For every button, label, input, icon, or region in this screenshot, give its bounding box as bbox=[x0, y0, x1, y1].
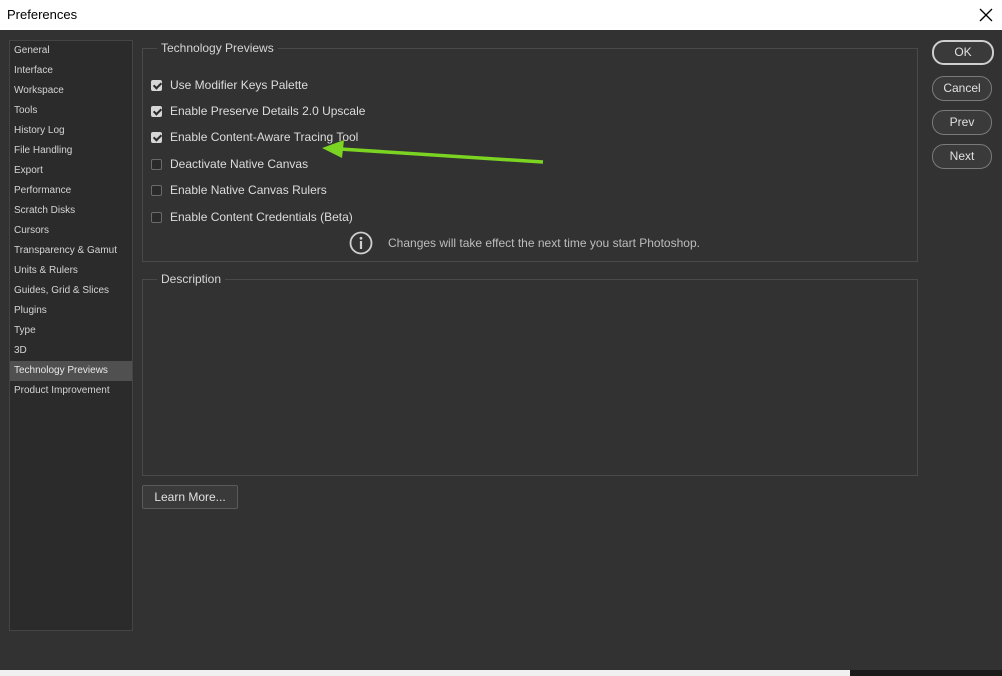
option-native-canvas-rulers[interactable]: Enable Native Canvas Rulers bbox=[151, 182, 327, 198]
sidebar-item-type[interactable]: Type bbox=[10, 321, 132, 341]
checkbox[interactable] bbox=[151, 105, 162, 117]
sidebar-item-tools[interactable]: Tools bbox=[10, 101, 132, 121]
checkbox[interactable] bbox=[151, 184, 162, 196]
taskbar-strip-dark bbox=[850, 670, 1002, 676]
title-bar: Preferences bbox=[0, 0, 1002, 30]
prev-button[interactable]: Prev bbox=[932, 110, 992, 135]
option-content-credentials[interactable]: Enable Content Credentials (Beta) bbox=[151, 209, 353, 225]
preferences-dialog: General Interface Workspace Tools Histor… bbox=[0, 30, 1002, 676]
sidebar-item-units-rulers[interactable]: Units & Rulers bbox=[10, 261, 132, 281]
sidebar-item-file-handling[interactable]: File Handling bbox=[10, 141, 132, 161]
window-title: Preferences bbox=[7, 7, 78, 22]
technology-previews-legend: Technology Previews bbox=[161, 41, 274, 55]
sidebar-item-guides-grid-slices[interactable]: Guides, Grid & Slices bbox=[10, 281, 132, 301]
option-label: Enable Content Credentials (Beta) bbox=[170, 210, 353, 224]
sidebar-item-interface[interactable]: Interface bbox=[10, 61, 132, 81]
option-label: Deactivate Native Canvas bbox=[170, 157, 309, 171]
sidebar-item-technology-previews[interactable]: Technology Previews bbox=[10, 361, 132, 381]
checkbox[interactable] bbox=[151, 131, 162, 143]
restart-notice-text: Changes will take effect the next time y… bbox=[388, 236, 700, 250]
description-legend: Description bbox=[161, 272, 222, 286]
sidebar-item-transparency-gamut[interactable]: Transparency & Gamut bbox=[10, 241, 132, 261]
sidebar-item-3d[interactable]: 3D bbox=[10, 341, 132, 361]
annotation-arrow-icon bbox=[322, 140, 544, 164]
learn-more-button[interactable]: Learn More... bbox=[142, 485, 238, 509]
sidebar-item-general[interactable]: General bbox=[10, 41, 132, 61]
option-deactivate-native-canvas[interactable]: Deactivate Native Canvas bbox=[151, 156, 308, 172]
sidebar-item-plugins[interactable]: Plugins bbox=[10, 301, 132, 321]
option-use-modifier-keys-palette[interactable]: Use Modifier Keys Palette bbox=[151, 77, 308, 93]
sidebar-item-performance[interactable]: Performance bbox=[10, 181, 132, 201]
info-icon bbox=[349, 231, 373, 255]
sidebar-item-export[interactable]: Export bbox=[10, 161, 132, 181]
close-icon[interactable] bbox=[970, 0, 1002, 30]
sidebar-item-product-improvement[interactable]: Product Improvement bbox=[10, 381, 132, 401]
description-group: Description bbox=[142, 272, 918, 476]
restart-notice: Changes will take effect the next time y… bbox=[349, 231, 700, 255]
option-label: Enable Native Canvas Rulers bbox=[170, 183, 327, 197]
option-label: Use Modifier Keys Palette bbox=[170, 78, 309, 92]
sidebar: General Interface Workspace Tools Histor… bbox=[9, 40, 133, 631]
option-preserve-details-upscale[interactable]: Enable Preserve Details 2.0 Upscale bbox=[151, 103, 365, 119]
checkbox[interactable] bbox=[151, 158, 162, 170]
next-button[interactable]: Next bbox=[932, 144, 992, 169]
sidebar-item-workspace[interactable]: Workspace bbox=[10, 81, 132, 101]
sidebar-item-cursors[interactable]: Cursors bbox=[10, 221, 132, 241]
cancel-button[interactable]: Cancel bbox=[932, 76, 992, 101]
ok-button[interactable]: OK bbox=[932, 40, 994, 65]
checkbox[interactable] bbox=[151, 211, 162, 223]
sidebar-item-scratch-disks[interactable]: Scratch Disks bbox=[10, 201, 132, 221]
sidebar-item-history-log[interactable]: History Log bbox=[10, 121, 132, 141]
taskbar-strip bbox=[0, 670, 850, 676]
option-label: Enable Preserve Details 2.0 Upscale bbox=[170, 104, 366, 118]
checkbox[interactable] bbox=[151, 79, 162, 91]
